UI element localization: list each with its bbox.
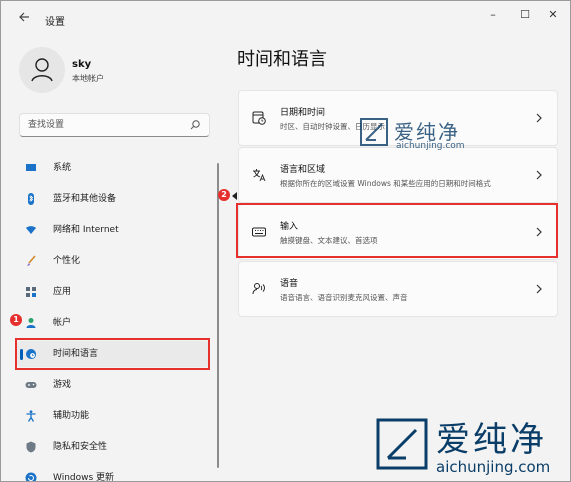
card-description: 语音语言、语音识别麦克风设置、声音 bbox=[280, 293, 408, 302]
search-input[interactable]: 查找设置 bbox=[19, 113, 210, 137]
sidebar-item-accounts[interactable]: 帐户 bbox=[17, 310, 209, 336]
chevron-right-icon bbox=[536, 113, 542, 123]
app-title: 设置 bbox=[45, 17, 65, 28]
sidebar-item-network[interactable]: 网络和 Internet bbox=[17, 217, 209, 243]
highlight-box-sidebar bbox=[15, 338, 210, 370]
search-placeholder: 查找设置 bbox=[28, 120, 65, 130]
card-title: 语言和区域 bbox=[280, 165, 326, 175]
account-type: 本地帐户 bbox=[72, 74, 104, 83]
sidebar-item-label: 隐私和安全性 bbox=[53, 442, 108, 452]
watermark-logo-icon bbox=[376, 418, 428, 470]
person-icon bbox=[31, 58, 53, 82]
update-icon bbox=[25, 472, 37, 481]
shield-icon bbox=[26, 441, 36, 453]
sidebar-item-label: 系统 bbox=[53, 163, 72, 173]
card-language-region[interactable]: 语言和区域 根据你所在的区域设置 Windows 和某些应用的日期和时间格式 bbox=[238, 147, 558, 203]
sidebar-item-bluetooth[interactable]: 蓝牙和其他设备 bbox=[17, 186, 209, 212]
chevron-right-icon bbox=[536, 170, 542, 180]
sidebar-item-label: 蓝牙和其他设备 bbox=[53, 194, 117, 204]
minimize-button[interactable]: – bbox=[478, 5, 508, 25]
watermark-logo-icon bbox=[360, 118, 388, 146]
user-name: sky bbox=[72, 59, 92, 70]
sidebar-item-label: 网络和 Internet bbox=[53, 225, 119, 235]
bluetooth-icon bbox=[28, 193, 34, 205]
sidebar-item-label: 帐户 bbox=[53, 318, 72, 328]
card-speech[interactable]: 语音 语音语言、语音识别麦克风设置、声音 bbox=[238, 261, 558, 317]
sidebar-item-personalization[interactable]: 个性化 bbox=[17, 248, 209, 274]
highlight-box-typing bbox=[236, 203, 558, 258]
accessibility-icon bbox=[26, 410, 36, 422]
chevron-right-icon bbox=[536, 284, 542, 294]
pointer-arrow bbox=[232, 192, 237, 200]
maximize-button[interactable]: ☐ bbox=[510, 5, 540, 25]
wifi-icon bbox=[26, 226, 36, 234]
page-title: 时间和语言 bbox=[237, 49, 327, 70]
watermark-url: aichunjing.com bbox=[396, 141, 465, 151]
gamepad-icon bbox=[25, 382, 37, 388]
sidebar-item-windows-update[interactable]: Windows 更新 bbox=[17, 465, 209, 482]
watermark-brand: 爱纯净 bbox=[436, 420, 547, 460]
step-badge-1: 1 bbox=[10, 314, 22, 326]
close-button[interactable]: ✕ bbox=[538, 5, 568, 25]
sidebar-item-label: 个性化 bbox=[53, 256, 81, 266]
search-icon bbox=[190, 120, 200, 130]
card-description: 根据你所在的区域设置 Windows 和某些应用的日期和时间格式 bbox=[280, 179, 491, 188]
title-bar: 设置 – ☐ ✕ bbox=[1, 1, 570, 35]
sidebar-item-apps[interactable]: 应用 bbox=[17, 279, 209, 305]
sidebar-item-system[interactable]: 系统 bbox=[17, 155, 209, 181]
back-button[interactable] bbox=[15, 10, 33, 28]
avatar bbox=[19, 47, 65, 93]
card-title: 语音 bbox=[280, 279, 299, 289]
sidebar-item-privacy[interactable]: 隐私和安全性 bbox=[17, 434, 209, 460]
sidebar-item-label: 应用 bbox=[53, 287, 72, 297]
speech-icon bbox=[252, 283, 265, 295]
arrow-left-icon bbox=[19, 12, 29, 22]
person-icon bbox=[26, 318, 36, 328]
sidebar-item-label: 游戏 bbox=[53, 380, 72, 390]
monitor-icon bbox=[26, 164, 36, 171]
language-icon bbox=[253, 169, 266, 182]
sidebar-item-accessibility[interactable]: 辅助功能 bbox=[17, 403, 209, 429]
watermark-url: aichunjing.com bbox=[436, 458, 551, 476]
step-badge-2: 2 bbox=[218, 189, 230, 201]
card-title: 日期和时间 bbox=[280, 108, 326, 118]
apps-icon bbox=[26, 287, 36, 297]
sidebar-scrollbar[interactable] bbox=[217, 163, 219, 468]
sidebar-item-label: 辅助功能 bbox=[53, 411, 90, 421]
user-profile[interactable]: sky 本地帐户 bbox=[19, 47, 219, 95]
sidebar-item-gaming[interactable]: 游戏 bbox=[17, 372, 209, 398]
settings-window: 设置 – ☐ ✕ sky 本地帐户 查找设置 系统 蓝牙和其他设备 网络和 In… bbox=[0, 0, 571, 482]
sidebar-item-label: Windows 更新 bbox=[53, 473, 115, 482]
brush-icon bbox=[27, 255, 36, 266]
calendar-clock-icon bbox=[252, 111, 266, 125]
